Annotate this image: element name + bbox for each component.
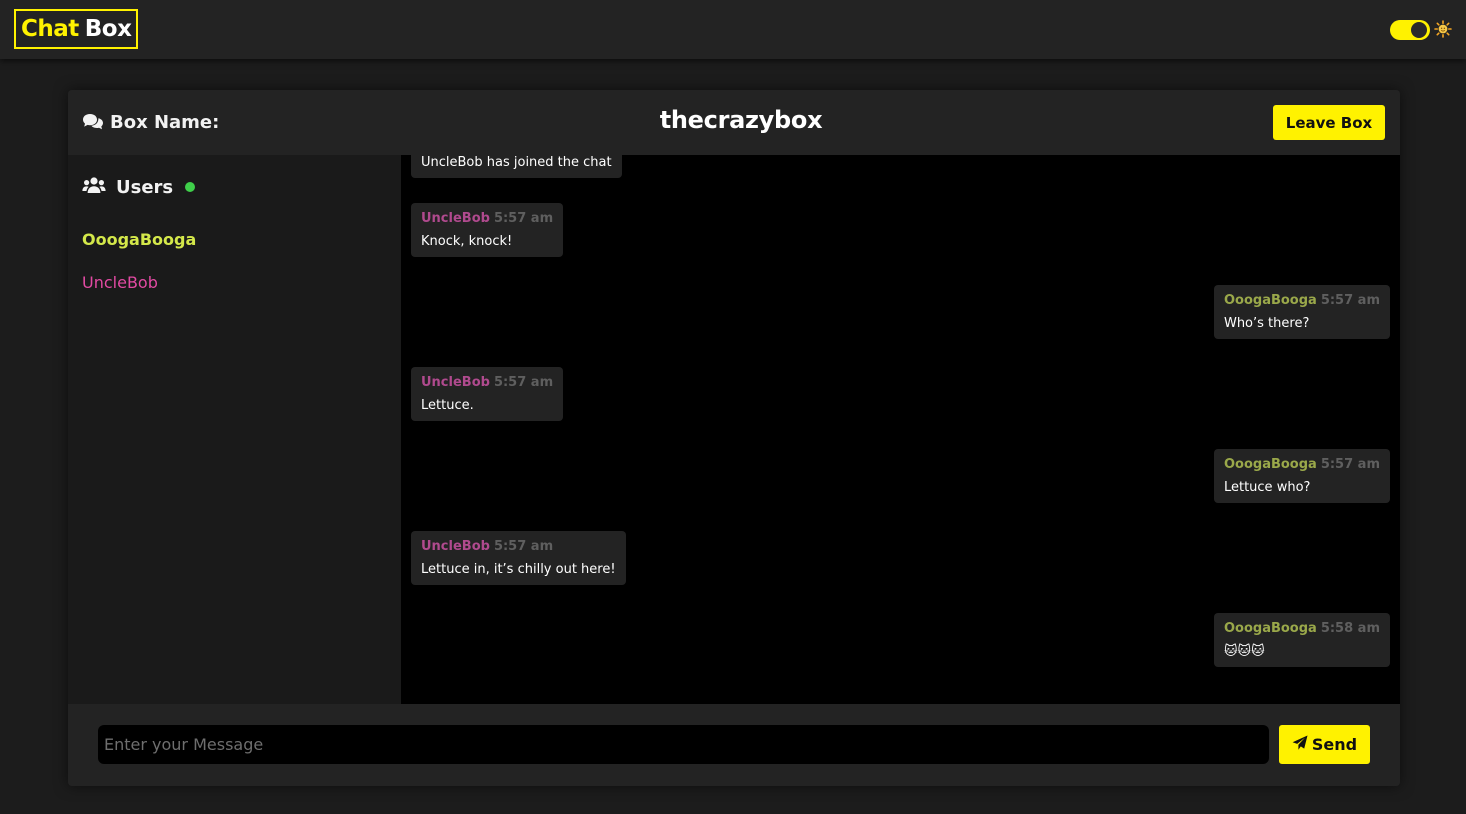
message-time: 5:57 am xyxy=(1320,293,1380,308)
message-bubble: UncleBob 5:57 am Lettuce in, it’s chilly … xyxy=(411,531,626,585)
chat-panel: Box Name: thecrazybox Leave Box Users Oo… xyxy=(68,90,1400,786)
message-bubble: UncleBob 5:57 am Lettuce. xyxy=(411,367,564,421)
message-meta: OoogaBooga 5:58 am xyxy=(1224,621,1380,636)
paper-plane-icon xyxy=(1292,735,1308,755)
logo-chat-text: Chat xyxy=(21,16,79,42)
message-bubble: OoogaBooga 5:57 am Lettuce who? xyxy=(1213,449,1390,503)
send-button[interactable]: Send xyxy=(1279,725,1370,764)
message-bubble: OoogaBooga 5:57 am Who’s there? xyxy=(1213,285,1390,339)
message-meta: UncleBob 5:57 am xyxy=(421,539,616,554)
message-bubble: OoogaBooga 5:58 am 🐱🐱🐱 xyxy=(1213,613,1390,667)
message-author: OoogaBooga xyxy=(1223,293,1317,308)
leave-box-button[interactable]: Leave Box xyxy=(1273,105,1385,140)
message-composer: Send xyxy=(68,704,1400,786)
message-time: 5:57 am xyxy=(493,375,554,390)
message-meta: UncleBob 5:57 am xyxy=(421,211,553,226)
app-logo[interactable]: Chat Box xyxy=(14,9,139,49)
message-author: OoogaBooga xyxy=(1223,621,1317,636)
message-meta: OoogaBooga 5:57 am xyxy=(1224,293,1380,308)
system-message: UncleBob has joined the chat xyxy=(411,155,622,178)
message-author: OoogaBooga xyxy=(1223,457,1317,472)
message-text: Lettuce in, it’s chilly out here! xyxy=(421,562,616,577)
message-list[interactable]: UncleBob has joined the chat UncleBob 5:5… xyxy=(401,155,1400,704)
users-heading: Users xyxy=(82,175,196,199)
message-text: Knock, knock! xyxy=(421,234,513,249)
message-meta: UncleBob 5:57 am xyxy=(421,375,553,390)
message-author: UncleBob xyxy=(421,375,490,390)
top-navbar: Chat Box xyxy=(0,0,1466,59)
message-meta: OoogaBooga 5:57 am xyxy=(1224,457,1380,472)
message-text: Lettuce. xyxy=(421,398,474,413)
users-heading-text: Users xyxy=(116,176,174,198)
user-item-unclebob[interactable]: UncleBob xyxy=(82,272,196,315)
users-sidebar: Users OoogaBooga UncleBob xyxy=(68,155,401,704)
toggle-knob xyxy=(1411,22,1427,38)
message-author: UncleBob xyxy=(421,539,490,554)
sun-icon xyxy=(1434,20,1452,38)
logo-box-text: Box xyxy=(84,16,132,42)
message-bubble: UncleBob 5:57 am Knock, knock! xyxy=(411,203,564,257)
message-time: 5:57 am xyxy=(493,211,554,226)
online-indicator xyxy=(185,182,196,192)
message-text: Lettuce who? xyxy=(1223,480,1311,495)
room-name: thecrazybox xyxy=(659,106,823,134)
message-time: 5:57 am xyxy=(1320,457,1380,472)
chat-header: Box Name: thecrazybox Leave Box xyxy=(68,90,1400,155)
send-label: Send xyxy=(1311,735,1358,754)
message-input[interactable] xyxy=(98,725,1269,764)
users-icon xyxy=(82,176,106,199)
message-text: UncleBob has joined the chat xyxy=(421,155,612,170)
message-text: Who’s there? xyxy=(1223,316,1310,331)
message-time: 5:58 am xyxy=(1320,621,1380,636)
user-list: OoogaBooga UncleBob xyxy=(82,229,196,315)
user-item-ooogabooga[interactable]: OoogaBooga xyxy=(82,229,196,272)
message-author: UncleBob xyxy=(421,211,490,226)
message-time: 5:57 am xyxy=(493,539,554,554)
message-text: 🐱🐱🐱 xyxy=(1223,644,1265,659)
theme-toggle[interactable] xyxy=(1390,20,1430,40)
